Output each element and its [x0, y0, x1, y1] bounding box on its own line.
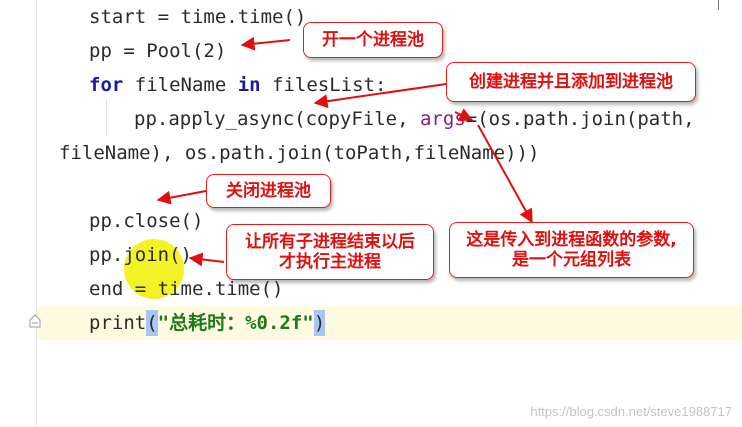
watermark: https://blog.csdn.net/steve1988717 [530, 404, 732, 419]
code-line-apply-async-continued[interactable]: fileName), os.path.join(toPath,fileName)… [59, 140, 539, 166]
code-line-close[interactable]: pp.close() [89, 208, 203, 234]
annotation-text: 创建进程并且添加到进程池 [469, 72, 673, 92]
code-line-print[interactable]: print("总耗时：%0.2f") [89, 310, 326, 336]
code-line-pool[interactable]: pp = Pool(2) [89, 38, 226, 64]
annotation-create-pool: 开一个进程池 [303, 22, 443, 58]
fold-icon[interactable] [28, 314, 42, 328]
annotation-create-and-add: 创建进程并且添加到进程池 [446, 62, 696, 102]
code-text: =(os.path.join(path, [465, 108, 695, 130]
annotation-args-tuple: 这是传入到进程函数的参数, 是一个元组列表 [449, 222, 694, 278]
brace-close: ) [313, 310, 326, 336]
annotation-wait-children: 让所有子进程结束以后 才执行主进程 [226, 224, 434, 280]
code-text: pp.apply_async(copyFile, [134, 108, 420, 130]
scroll-marker [718, 0, 720, 10]
editor-gutter [0, 0, 37, 427]
string-literal: "总耗时：%0.2f" [157, 312, 314, 334]
arrow-close-pool [156, 190, 207, 205]
annotation-text: 关闭进程池 [226, 181, 311, 201]
arrow-join [188, 252, 225, 267]
keyword-in: in [237, 74, 261, 96]
indent-guide [106, 100, 108, 136]
arrow-create-pool [240, 36, 291, 51]
code-line-join[interactable]: pp.join() [89, 242, 192, 268]
code-line-start[interactable]: start = time.time() [89, 4, 306, 30]
annotation-text: 让所有子进程结束以后 [245, 232, 415, 252]
keyword-args: args [419, 108, 466, 130]
code-text: print [89, 312, 147, 334]
brace-open: ( [146, 310, 158, 336]
annotation-text: 才执行主进程 [279, 252, 381, 272]
code-text: filesList: [260, 74, 387, 96]
keyword-for: for [89, 74, 124, 96]
annotation-close-pool: 关闭进程池 [206, 174, 331, 208]
annotation-text: 开一个进程池 [322, 30, 424, 50]
code-line-apply-async[interactable]: pp.apply_async(copyFile, args=(os.path.j… [134, 106, 695, 132]
annotation-text: 是一个元组列表 [512, 250, 631, 270]
code-line-for[interactable]: for fileName in filesList: [89, 72, 386, 98]
annotation-text: 这是传入到进程函数的参数, [466, 230, 677, 250]
code-text: fileName [123, 74, 238, 96]
